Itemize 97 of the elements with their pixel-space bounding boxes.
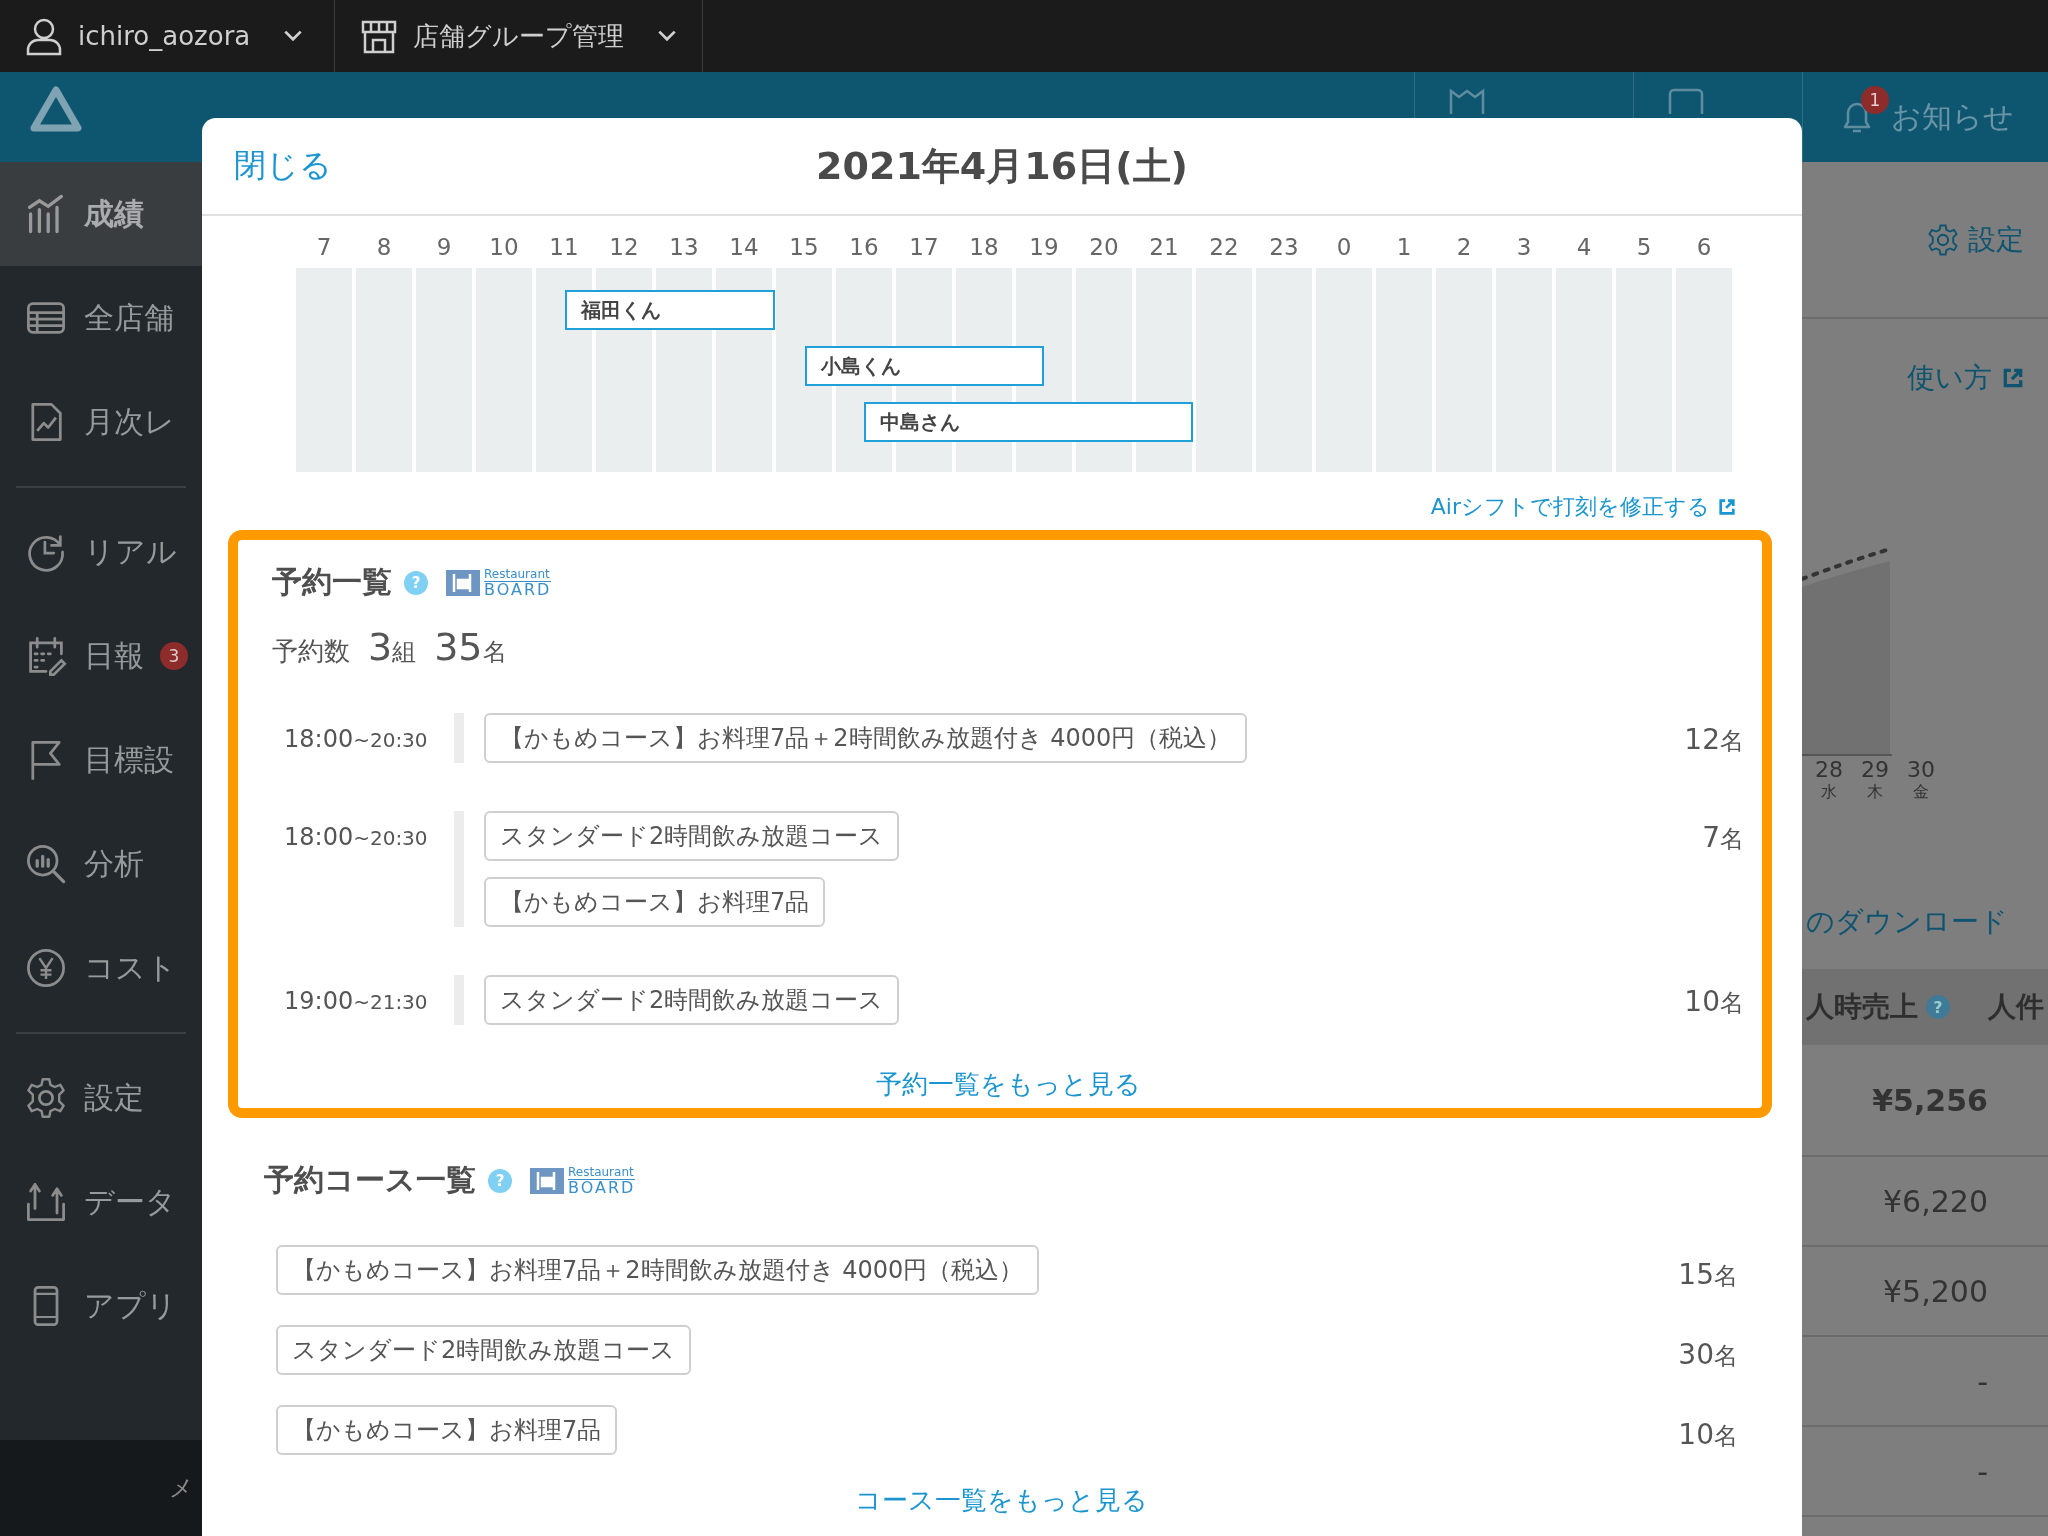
- course-tag: スタンダード2時間飲み放題コース: [276, 1325, 692, 1375]
- logo-text: Restaurant BOARD: [484, 567, 552, 598]
- user-name[interactable]: ichiro_aozora: [78, 21, 251, 51]
- notification-badge: 1: [1861, 86, 1889, 114]
- logo-text: Restaurant BOARD: [568, 1165, 636, 1196]
- course-tag: 【かもめコース】お料理7品: [276, 1405, 618, 1455]
- sidebar-item[interactable]: アプリ: [0, 1254, 202, 1358]
- hour-label: 2: [1455, 234, 1473, 260]
- day-label: 30: [1907, 757, 1935, 782]
- triangle-logo-icon: [30, 86, 82, 132]
- weekday-label: 木: [1867, 782, 1883, 803]
- dialog-title: 2021年4月16日(土): [816, 142, 1188, 190]
- table-cell: ¥5,200: [1883, 1273, 1988, 1309]
- hour-label: 4: [1575, 234, 1593, 260]
- restaurant-logo-icon: [530, 1165, 564, 1196]
- settings-icon: [24, 1076, 68, 1120]
- day-label: 28: [1815, 757, 1843, 782]
- column-header: 人時売上: [1806, 989, 1918, 1025]
- menu-footer[interactable]: メ: [0, 1440, 202, 1536]
- column-header: 人件: [1988, 989, 2044, 1025]
- weekday-label: 水: [1821, 782, 1837, 803]
- yen-icon: [24, 946, 68, 990]
- sidebar-item[interactable]: データ: [0, 1150, 202, 1254]
- time-range: 19:00~21:30: [283, 986, 429, 1015]
- sidebar-item[interactable]: 分析: [0, 812, 202, 916]
- count-badge: 3: [160, 642, 188, 670]
- table-cell: -: [1977, 1363, 1988, 1399]
- table-cell: ¥6,220: [1883, 1183, 1988, 1219]
- time-range: 18:00~20:30: [283, 724, 429, 753]
- restaurant-logo-icon: [446, 567, 480, 598]
- hour-label: 12: [608, 234, 640, 260]
- shift-bar[interactable]: 中島さん: [864, 402, 1194, 442]
- sidebar-item[interactable]: 月次レ: [0, 370, 202, 474]
- sidebar-item[interactable]: 目標設: [0, 708, 202, 812]
- summary-label: 予約数: [272, 635, 350, 668]
- guest-count: 7名: [1702, 820, 1744, 855]
- guest-count: 30名: [1678, 1337, 1738, 1372]
- hour-label: 8: [375, 234, 393, 260]
- hour-label: 1: [1395, 234, 1413, 260]
- table-cell: ¥5,256: [1872, 1082, 1988, 1118]
- store-group-menu[interactable]: 店舗グループ管理: [413, 18, 624, 54]
- hour-label: 5: [1635, 234, 1653, 260]
- sidebar-item[interactable]: 成績: [0, 162, 202, 266]
- hour-label: 21: [1148, 234, 1180, 260]
- hour-label: 23: [1268, 234, 1300, 260]
- hour-label: 16: [848, 234, 880, 260]
- hour-label: 7: [315, 234, 333, 260]
- hour-label: 15: [788, 234, 820, 260]
- guest-count: 10名: [1678, 1417, 1738, 1452]
- table-cell: -: [1977, 1453, 1988, 1489]
- magnifier-chart-icon: [24, 842, 68, 886]
- time-range: 18:00~20:30: [283, 822, 429, 851]
- more-link[interactable]: コース一覧をもっと見る: [854, 1485, 1148, 1515]
- sidebar-item[interactable]: 全店舗: [0, 266, 202, 370]
- hour-label: 17: [908, 234, 940, 260]
- shift-edit-link[interactable]: Airシフトで打刻を修正する: [1430, 492, 1710, 522]
- section-title: 予約一覧: [272, 563, 392, 601]
- course-tag: スタンダード2時間飲み放題コース: [484, 811, 900, 861]
- section-title: 予約コース一覧: [264, 1161, 476, 1199]
- sidebar-item[interactable]: コスト: [0, 916, 202, 1020]
- sidebar-item[interactable]: 日報 3: [0, 604, 202, 708]
- guest-count: 12名: [1684, 722, 1744, 757]
- hour-label: 0: [1335, 234, 1353, 260]
- shift-bar[interactable]: 小島くん: [804, 346, 1044, 386]
- hour-label: 20: [1088, 234, 1120, 260]
- hour-label: 22: [1208, 234, 1240, 260]
- help-icon[interactable]: ?: [1926, 995, 1950, 1019]
- shift-bar[interactable]: 福田くん: [565, 290, 775, 330]
- weekday-label: 金: [1913, 782, 1929, 803]
- course-tag: 【かもめコース】お料理7品: [484, 877, 826, 927]
- external-link-icon: [1718, 498, 1736, 516]
- hour-label: 6: [1695, 234, 1713, 260]
- guest-count: 10名: [1684, 984, 1744, 1019]
- summary-value: 35名: [434, 625, 507, 669]
- hour-label: 14: [728, 234, 760, 260]
- user-icon: [24, 16, 64, 56]
- hour-label: 9: [435, 234, 453, 260]
- close-link[interactable]: 閉じる: [234, 144, 332, 188]
- summary-value: 3組: [368, 625, 417, 669]
- more-link[interactable]: 予約一覧をもっと見る: [875, 1069, 1141, 1099]
- hour-label: 11: [548, 234, 580, 260]
- settings-icon: [1926, 222, 1960, 257]
- guest-count: 15名: [1678, 1257, 1738, 1292]
- sidebar-item[interactable]: リアル: [0, 500, 202, 604]
- hour-label: 3: [1515, 234, 1533, 260]
- course-tag: スタンダード2時間飲み放題コース: [484, 975, 900, 1025]
- header-link[interactable]: 1 お知らせ: [1802, 72, 2048, 162]
- hour-label: 13: [668, 234, 700, 260]
- external-link-icon: [2002, 367, 2024, 389]
- hour-label: 19: [1028, 234, 1060, 260]
- hour-label: 10: [488, 234, 520, 260]
- sidebar-item[interactable]: 設定: [0, 1046, 202, 1150]
- upload-tray-icon: [24, 1180, 68, 1224]
- course-tag: 【かもめコース】お料理7品＋2時間飲み放題付き 4000円（税込）: [484, 713, 1248, 763]
- course-tag: 【かもめコース】お料理7品＋2時間飲み放題付き 4000円（税込）: [276, 1245, 1040, 1295]
- day-label: 29: [1861, 757, 1889, 782]
- hour-label: 18: [968, 234, 1000, 260]
